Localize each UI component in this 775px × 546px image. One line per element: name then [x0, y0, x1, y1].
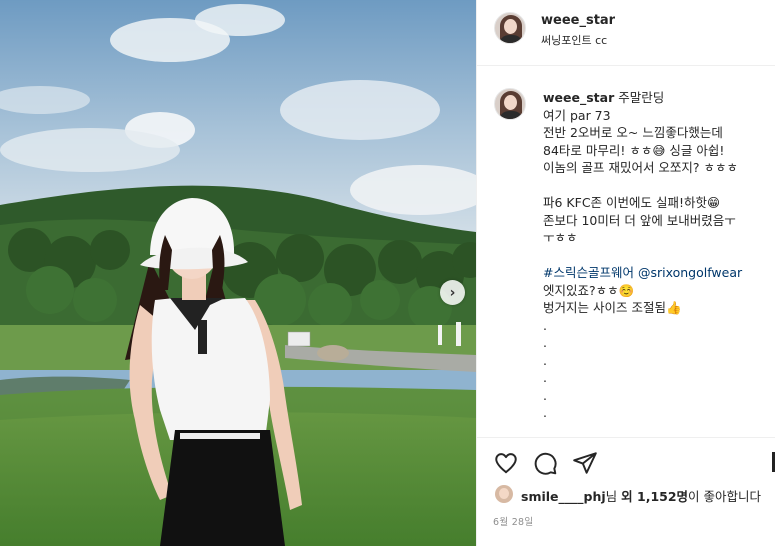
likes-suffix: 님: [605, 489, 622, 504]
caption-line: 84타로 마무리! ㅎㅎ😅 싱글 아쉽!: [543, 142, 725, 158]
hashtag-link[interactable]: #스릭슨골프웨어: [543, 265, 634, 280]
caption-line: 여기 par 73: [543, 107, 611, 123]
caption-line: 존보다 10미터 더 앞에 보내버렸음ㅜ: [543, 212, 736, 228]
post-side-panel: weee_star 써닝포인트 cc weee_star 주말란딩 여기 par…: [476, 0, 775, 546]
caption-dot: .: [543, 387, 547, 403]
caption-dot: .: [543, 370, 547, 385]
likes-text: smile____phj님 외 1,152명이 좋아합니다: [521, 486, 761, 505]
likes-row: smile____phj님 외 1,152명이 좋아합니다: [477, 482, 775, 506]
author-username[interactable]: weee_star: [541, 13, 615, 28]
caption-area: weee_star 주말란딩 여기 par 73 전반 2오버로 오~ 느낌좋다…: [477, 67, 775, 437]
caption-dot: .: [543, 317, 547, 333]
caption-line: 전반 2오버로 오~ 느낌좋다했는데: [543, 125, 723, 140]
golf-course-image: [0, 0, 476, 546]
post-date[interactable]: 6월 28일: [493, 514, 533, 528]
caption-text: weee_star 주말란딩 여기 par 73 전반 2오버로 오~ 느낌좋다…: [543, 89, 771, 422]
likes-suffix: 이 좋아합니다: [688, 489, 762, 504]
send-icon[interactable]: [572, 450, 598, 476]
liker-username[interactable]: smile____phj: [521, 489, 606, 504]
caption-line: 이놈의 골프 재밌어서 오쪼지? ㅎㅎㅎ: [543, 160, 739, 175]
caption-line: ㅜㅎㅎ: [543, 230, 578, 245]
next-photo-button[interactable]: ›: [440, 280, 465, 305]
chevron-right-icon: ›: [449, 284, 456, 301]
caption-dot: .: [543, 352, 547, 368]
comment-icon[interactable]: [532, 450, 558, 476]
likes-count-link[interactable]: 외 1,152명: [621, 489, 688, 504]
location-link[interactable]: 써닝포인트 cc: [541, 32, 607, 48]
action-bar: [477, 437, 775, 485]
caption-username[interactable]: weee_star: [543, 90, 614, 105]
caption-line: 파6 KFC존 이번에도 실패!하핫😁: [543, 195, 721, 210]
liker-avatar[interactable]: [495, 485, 513, 503]
caption-title: 주말란딩: [618, 90, 665, 105]
post-header: weee_star 써닝포인트 cc: [477, 0, 775, 66]
caption-line: 벙거지는 사이즈 조절됨👍: [543, 300, 682, 315]
mention-link[interactable]: @srixongolfwear: [638, 265, 742, 280]
caption-line: 엣지있죠?ㅎㅎ☺️: [543, 282, 635, 298]
caption-dot: .: [543, 335, 547, 350]
caption-dot: .: [543, 405, 547, 420]
caption-avatar[interactable]: [494, 88, 526, 120]
post-photo[interactable]: ›: [0, 0, 476, 546]
author-avatar[interactable]: [494, 12, 526, 44]
heart-icon[interactable]: [493, 450, 519, 476]
